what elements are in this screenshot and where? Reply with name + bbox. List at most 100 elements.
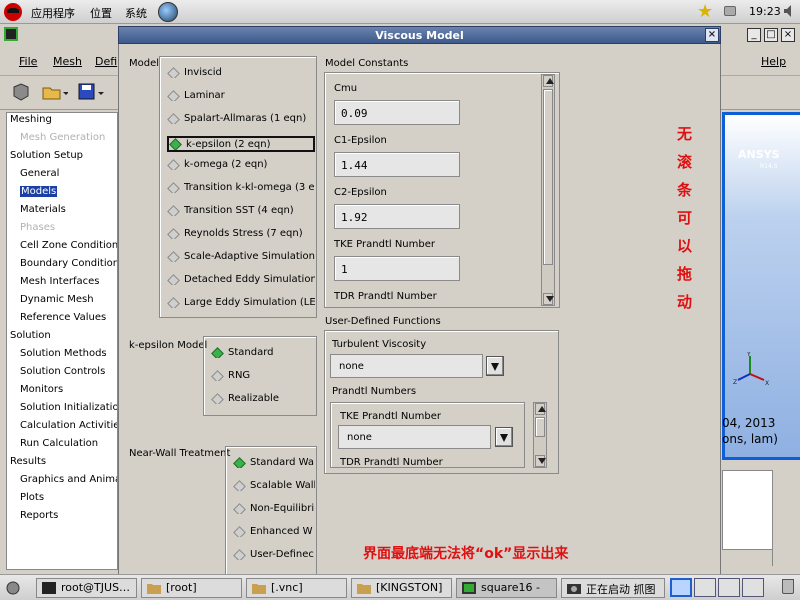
radio-option[interactable]: Reynolds Stress (7 eqn) [167, 228, 315, 239]
close-window-button[interactable]: × [781, 28, 795, 42]
turbulent-viscosity-dropdown-icon[interactable] [486, 356, 504, 376]
menu-help[interactable]: Help [761, 55, 786, 68]
dialog-title: Viscous Model [375, 29, 464, 42]
graphics-date-text: 04, 2013 [722, 416, 776, 430]
ok-hidden-annotation: 界面最底端无法将“ok”显示出来 [363, 546, 569, 562]
radio-option[interactable]: Inviscid [167, 67, 315, 78]
tke-prandtl-udf-label: TKE Prandtl Number [340, 411, 441, 422]
tree-item[interactable]: Run Calculation [20, 438, 98, 449]
redhat-logo-icon[interactable] [4, 3, 22, 21]
system-menu[interactable]: 系统 [125, 5, 147, 21]
tree-item[interactable]: Mesh Generation [20, 132, 105, 143]
tree-item[interactable]: Reports [20, 510, 58, 521]
console-scrollbar[interactable] [772, 470, 786, 566]
turbulent-viscosity-select[interactable]: none [330, 354, 483, 378]
prandtl-scroll-down-icon[interactable] [535, 455, 546, 467]
notification-icon[interactable] [724, 6, 736, 16]
radio-option[interactable]: Scale-Adaptive Simulation ( [167, 251, 315, 262]
web-browser-icon[interactable] [158, 2, 178, 22]
maximize-button[interactable]: □ [764, 28, 778, 42]
task-terminal[interactable]: root@TJUS… [36, 578, 137, 598]
tree-item[interactable]: Solution Initialization [20, 402, 117, 413]
radio-option[interactable]: Laminar [167, 90, 315, 101]
radio-option[interactable]: Realizable [211, 393, 311, 404]
tree-item[interactable]: Solution [10, 330, 51, 341]
constants-scrollbar-thumb[interactable] [543, 89, 553, 265]
star-icon[interactable]: ★ [697, 1, 713, 22]
viscous-dialog-titlebar[interactable]: Viscous Model [118, 26, 721, 44]
annotation-char: 滚 [677, 153, 693, 171]
tree-item[interactable]: Models [20, 186, 58, 197]
read-mesh-icon[interactable] [11, 83, 31, 101]
radio-option[interactable]: User-Definec [233, 549, 315, 560]
menu-file[interactable]: File [19, 55, 37, 68]
radio-option[interactable]: RNG [211, 370, 311, 381]
dialog-close-button[interactable]: × [705, 28, 719, 42]
menu-mesh[interactable]: Mesh [53, 55, 82, 68]
constants-scrollbar[interactable] [541, 74, 555, 306]
places-menu[interactable]: 位置 [90, 5, 112, 21]
tree-item[interactable]: Materials [20, 204, 66, 215]
radio-option[interactable]: Non-Equilibri [233, 503, 315, 514]
prandtl-scrollbar[interactable] [533, 402, 547, 468]
open-folder-icon[interactable] [42, 83, 68, 101]
task-root-folder[interactable]: [root] [141, 578, 242, 598]
radio-option[interactable]: Spalart-Allmaras (1 eqn) [167, 113, 315, 124]
tree-item[interactable]: Graphics and Animations [20, 474, 117, 485]
radio-option[interactable]: Standard Wa [233, 457, 315, 468]
constant-value-field[interactable]: 1 [334, 256, 460, 281]
constant-value-field[interactable]: 1.44 [334, 152, 460, 177]
tree-item[interactable]: Results [10, 456, 46, 467]
save-icon[interactable] [78, 83, 104, 101]
trash-icon[interactable] [782, 579, 794, 594]
near-wall-group-label: Near-Wall Treatment [129, 448, 231, 459]
constant-value-field[interactable]: 1.92 [334, 204, 460, 229]
volume-icon[interactable] [782, 3, 796, 19]
tree-item[interactable]: Solution Methods [20, 348, 107, 359]
prandtl-scroll-up-icon[interactable] [535, 403, 546, 415]
prandtl-scrollbar-thumb[interactable] [535, 417, 545, 437]
tree-item[interactable]: Plots [20, 492, 44, 503]
task-vnc-folder[interactable]: [.vnc] [246, 578, 347, 598]
radio-option[interactable]: Detached Eddy Simulation ( [167, 274, 315, 285]
tree-item[interactable]: Meshing [10, 114, 52, 125]
tree-item[interactable]: Mesh Interfaces [20, 276, 100, 287]
task-fluent[interactable]: square16 - [456, 578, 557, 598]
ansys-version: R14.5 [760, 163, 778, 170]
radio-option[interactable]: Transition SST (4 eqn) [167, 205, 315, 216]
scroll-up-arrow-icon[interactable] [543, 75, 554, 87]
tree-item[interactable]: Boundary Conditions [20, 258, 117, 269]
workspace-2[interactable] [694, 578, 716, 597]
task-screenshot[interactable]: 正在启动 抓图 [561, 578, 665, 598]
tree-item[interactable]: Solution Setup [10, 150, 83, 161]
workspace-4[interactable] [742, 578, 764, 597]
tree-item[interactable]: Reference Values [20, 312, 106, 323]
radio-option[interactable]: k-omega (2 eqn) [167, 159, 315, 170]
tke-prandtl-dropdown-icon[interactable] [495, 427, 513, 447]
minimize-button[interactable]: _ [747, 28, 761, 42]
tke-prandtl-udf-select[interactable]: none [338, 425, 491, 449]
menu-define[interactable]: Defi [95, 55, 117, 68]
show-desktop-icon[interactable] [6, 580, 20, 596]
no-scrollbar-annotation: 无滚条可以拖动 [677, 120, 692, 316]
tree-item[interactable]: Calculation Activities [20, 420, 117, 431]
tree-item[interactable]: General [20, 168, 59, 179]
constant-value-field[interactable]: 0.09 [334, 100, 460, 125]
tree-item[interactable]: Cell Zone Conditions [20, 240, 117, 251]
tree-item[interactable]: Dynamic Mesh [20, 294, 94, 305]
radio-option[interactable]: Transition k-kl-omega (3 eq [167, 182, 315, 193]
scroll-down-arrow-icon[interactable] [543, 293, 554, 305]
tree-item[interactable]: Solution Controls [20, 366, 105, 377]
tree-item[interactable]: Phases [20, 222, 55, 233]
radio-option[interactable]: Standard [211, 347, 311, 358]
radio-option[interactable]: Enhanced W [233, 526, 315, 537]
task-kingston-folder[interactable]: [KINGSTON] [351, 578, 452, 598]
tree-item[interactable]: Monitors [20, 384, 63, 395]
workspace-1[interactable] [670, 578, 692, 597]
clock[interactable]: 19:23 [749, 5, 781, 18]
radio-option[interactable]: Large Eddy Simulation (LE: [167, 297, 315, 308]
radio-option[interactable]: k-epsilon (2 eqn) [167, 136, 315, 152]
radio-option[interactable]: Scalable Wall [233, 480, 315, 491]
workspace-3[interactable] [718, 578, 740, 597]
applications-menu[interactable]: 应用程序 [31, 5, 75, 21]
